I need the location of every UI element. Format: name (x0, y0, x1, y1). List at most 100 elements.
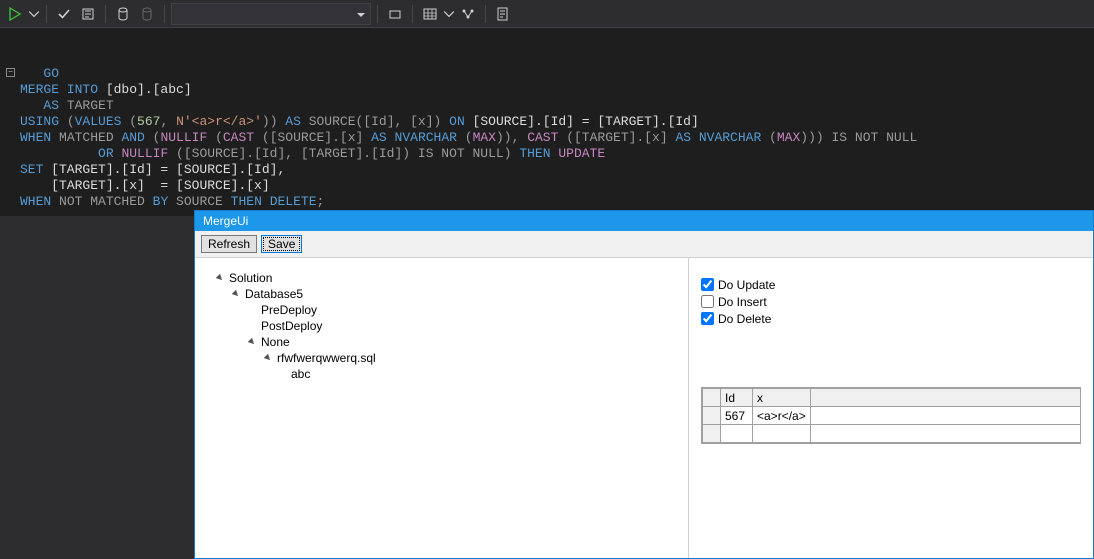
intellisense-button[interactable] (384, 3, 406, 25)
mergeui-titlebar[interactable]: MergeUi (195, 211, 1093, 231)
code-token: THEN (231, 194, 262, 209)
new-query-button[interactable] (492, 3, 514, 25)
grid-row-header[interactable] (703, 407, 721, 425)
code-token: ([TARGET].[x] (558, 130, 675, 145)
grid-data-row[interactable]: 567 <a>r</a> (703, 407, 1081, 425)
execution-plan-button[interactable] (457, 3, 479, 25)
code-token (20, 178, 51, 193)
tree-label: abc (291, 366, 310, 382)
code-token: ( (769, 130, 777, 145)
expand-toggle-icon[interactable] (247, 337, 257, 347)
results-grid-button[interactable] (419, 3, 441, 25)
tree-item-sqlfile[interactable]: rfwfwerqwwerq.sql (215, 350, 680, 366)
code-token: MAX (473, 130, 496, 145)
checkbox-label: Do Insert (718, 295, 767, 309)
code-token: [dbo].[abc] (98, 82, 192, 97)
grid-cell-empty[interactable] (810, 425, 1080, 443)
code-token: GO (43, 66, 59, 81)
code-token: [TARGET].[x] = [SOURCE].[x] (51, 178, 269, 193)
code-token: )) (262, 114, 285, 129)
toolbar-separator (377, 5, 378, 23)
code-token: '<a>r</a>' (184, 114, 262, 129)
toolbar-separator (105, 5, 106, 23)
mergeui-right-pane: Do Update Do Insert Do Delete Id x (689, 258, 1093, 558)
do-insert-checkbox-row[interactable]: Do Insert (701, 293, 1081, 310)
do-insert-checkbox[interactable] (701, 295, 714, 308)
code-token (20, 66, 43, 81)
code-token: WHEN (20, 130, 51, 145)
code-token: ) (504, 146, 520, 161)
code-token: ; (317, 194, 325, 209)
main-toolbar (0, 0, 1094, 28)
execute-dropdown[interactable] (28, 3, 40, 25)
available-dbs-button[interactable] (112, 3, 134, 25)
data-grid[interactable]: Id x 567 <a>r</a> (701, 387, 1081, 444)
tree-item-table[interactable]: abc (215, 366, 680, 382)
tree-label: rfwfwerqwwerq.sql (277, 350, 376, 366)
code-token: UPDATE (551, 146, 606, 161)
do-update-checkbox[interactable] (701, 278, 714, 291)
code-token: NVARCHAR (691, 130, 769, 145)
code-token: VALUES (75, 114, 122, 129)
code-token: THEN (519, 146, 550, 161)
execute-button[interactable] (4, 3, 26, 25)
grid-row-header[interactable] (703, 425, 721, 443)
tree-item-database[interactable]: Database5 (215, 286, 680, 302)
database-combo[interactable] (171, 3, 371, 25)
code-token: IS NOT NULL (832, 130, 918, 145)
grid-new-row[interactable] (703, 425, 1081, 443)
tree-item-solution[interactable]: Solution (215, 270, 680, 286)
disabled-db-button (136, 3, 158, 25)
save-button[interactable]: Save (261, 235, 302, 253)
grid-cell-x[interactable]: <a>r</a> (753, 407, 811, 425)
tree-item-none[interactable]: None (215, 334, 680, 350)
mergeui-title-text: MergeUi (203, 214, 248, 228)
do-update-checkbox-row[interactable]: Do Update (701, 276, 1081, 293)
tree-label: PostDeploy (261, 318, 322, 334)
expand-toggle-icon[interactable] (263, 353, 273, 363)
code-token: USING (20, 114, 59, 129)
mergeui-window: MergeUi Refresh Save Solution Database5 … (194, 210, 1094, 559)
toolbar-separator (485, 5, 486, 23)
check-syntax-button[interactable] (53, 3, 75, 25)
mergeui-body: Solution Database5 PreDeploy PostDeploy … (195, 258, 1093, 558)
code-token: MATCHED (51, 130, 121, 145)
code-token: MERGE INTO (20, 82, 98, 97)
code-token: ON (449, 114, 465, 129)
refresh-button[interactable]: Refresh (201, 235, 257, 253)
code-token: BY (153, 194, 169, 209)
sql-editor[interactable]: − GO MERGE INTO [dbo].[abc] AS TARGET US… (0, 28, 1094, 216)
grid-col-header-x[interactable]: x (753, 389, 811, 407)
fold-toggle[interactable]: − (6, 68, 15, 77)
grid-cell-empty[interactable] (753, 425, 811, 443)
code-token: CAST (527, 130, 558, 145)
solution-tree[interactable]: Solution Database5 PreDeploy PostDeploy … (195, 258, 689, 558)
code-token: [SOURCE].[Id] = [TARGET].[Id] (465, 114, 699, 129)
grid-col-header-empty (810, 389, 1080, 407)
code-token: AND (121, 130, 144, 145)
grid-col-header-id[interactable]: Id (721, 389, 753, 407)
tree-label: Solution (229, 270, 272, 286)
toolbar-separator (412, 5, 413, 23)
grid-cell-empty[interactable] (721, 425, 753, 443)
grid-cell-empty[interactable] (810, 407, 1080, 425)
code-token: NULLIF (121, 146, 168, 161)
code-token: [TARGET].[Id] = [SOURCE].[Id], (43, 162, 285, 177)
do-delete-checkbox[interactable] (701, 312, 714, 325)
grid-cell-id[interactable]: 567 (721, 407, 753, 425)
code-token: NOT MATCHED (51, 194, 152, 209)
expand-toggle-icon[interactable] (215, 273, 225, 283)
estimated-plan-button[interactable] (77, 3, 99, 25)
tree-item-postdeploy[interactable]: PostDeploy (215, 318, 680, 334)
grid-corner-cell (703, 389, 721, 407)
code-token: NULLIF (160, 130, 207, 145)
code-token: DELETE (262, 194, 317, 209)
expand-toggle-icon[interactable] (231, 289, 241, 299)
tree-item-predeploy[interactable]: PreDeploy (215, 302, 680, 318)
code-token: ))) (800, 130, 831, 145)
code-token: OR (98, 146, 114, 161)
do-delete-checkbox-row[interactable]: Do Delete (701, 310, 1081, 327)
results-grid-dropdown[interactable] (443, 3, 455, 25)
code-token: TARGET (59, 98, 114, 113)
code-token: AS (285, 114, 301, 129)
